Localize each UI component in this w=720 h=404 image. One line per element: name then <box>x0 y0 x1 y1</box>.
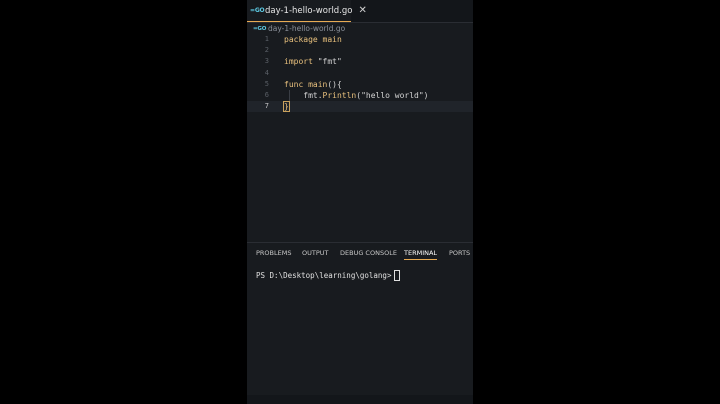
code-text: } <box>283 101 290 113</box>
terminal-prompt: PS D:\Desktop\learning\golang> <box>256 271 392 280</box>
code-line[interactable]: 5 func main(){ <box>247 79 473 90</box>
breadcrumb-file[interactable]: day-1-hello-world.go <box>268 24 345 33</box>
line-number: 1 <box>264 35 269 43</box>
code-line[interactable]: 2 <box>247 45 473 56</box>
line-number: 5 <box>264 79 269 88</box>
go-file-icon: =GO <box>250 7 265 14</box>
tab-output[interactable]: OUTPUT <box>302 249 329 257</box>
line-number: 7 <box>264 102 269 111</box>
close-icon[interactable]: ✕ <box>359 5 367 16</box>
status-bar <box>247 395 473 404</box>
code-token: ("hello world") <box>356 90 429 100</box>
code-token: "fmt" <box>317 57 342 67</box>
code-token: main <box>308 79 328 89</box>
code-text: import "fmt" <box>284 56 342 67</box>
code-line[interactable]: 4 <box>247 68 473 79</box>
code-token: fmt. <box>284 90 323 100</box>
panel-tabs: PROBLEMS OUTPUT DEBUG CONSOLE TERMINAL P… <box>247 243 473 263</box>
line-number: 3 <box>264 57 269 66</box>
go-file-icon: =GO <box>253 25 267 32</box>
editor-tab[interactable]: =GO day-1-hello-world.go ✕ <box>247 0 367 22</box>
code-token: import <box>284 57 318 67</box>
breadcrumb[interactable]: =GO day-1-hello-world.go <box>247 23 345 34</box>
editor-tab-bar: =GO day-1-hello-world.go ✕ <box>247 0 473 23</box>
code-text: fmt.Println("hello world") <box>284 90 429 101</box>
code-token: package <box>284 35 323 44</box>
code-token: } <box>283 101 290 113</box>
line-number: 6 <box>264 90 269 99</box>
code-token: func <box>284 79 309 89</box>
terminal-output[interactable]: PS D:\Desktop\learning\golang> <box>256 270 401 281</box>
code-token: main <box>322 35 342 44</box>
code-text: package main <box>284 34 342 45</box>
tab-label: day-1-hello-world.go <box>265 5 353 16</box>
terminal-cursor <box>394 270 401 281</box>
code-line[interactable]: 6 fmt.Println("hello world") <box>247 89 473 102</box>
code-editor-window: =GO day-1-hello-world.go ✕ =GO day-1-hel… <box>247 0 473 404</box>
code-line[interactable]: 7} <box>247 101 473 113</box>
code-text: func main(){ <box>284 79 342 90</box>
tab-terminal[interactable]: TERMINAL <box>404 249 438 260</box>
tab-ports[interactable]: PORTS <box>449 249 470 257</box>
code-area[interactable]: 1 package main 2 3 import "fmt" 4 5 func main()… <box>247 34 473 113</box>
code-token: (){ <box>327 79 342 89</box>
code-line[interactable]: 3 import "fmt" <box>247 56 473 67</box>
code-token: Println <box>322 90 357 100</box>
tab-problems[interactable]: PROBLEMS <box>256 249 291 257</box>
code-line[interactable]: 1 package main <box>247 34 473 45</box>
line-number: 2 <box>264 46 269 55</box>
tab-debug-console[interactable]: DEBUG CONSOLE <box>340 249 397 257</box>
line-number: 4 <box>264 68 269 77</box>
